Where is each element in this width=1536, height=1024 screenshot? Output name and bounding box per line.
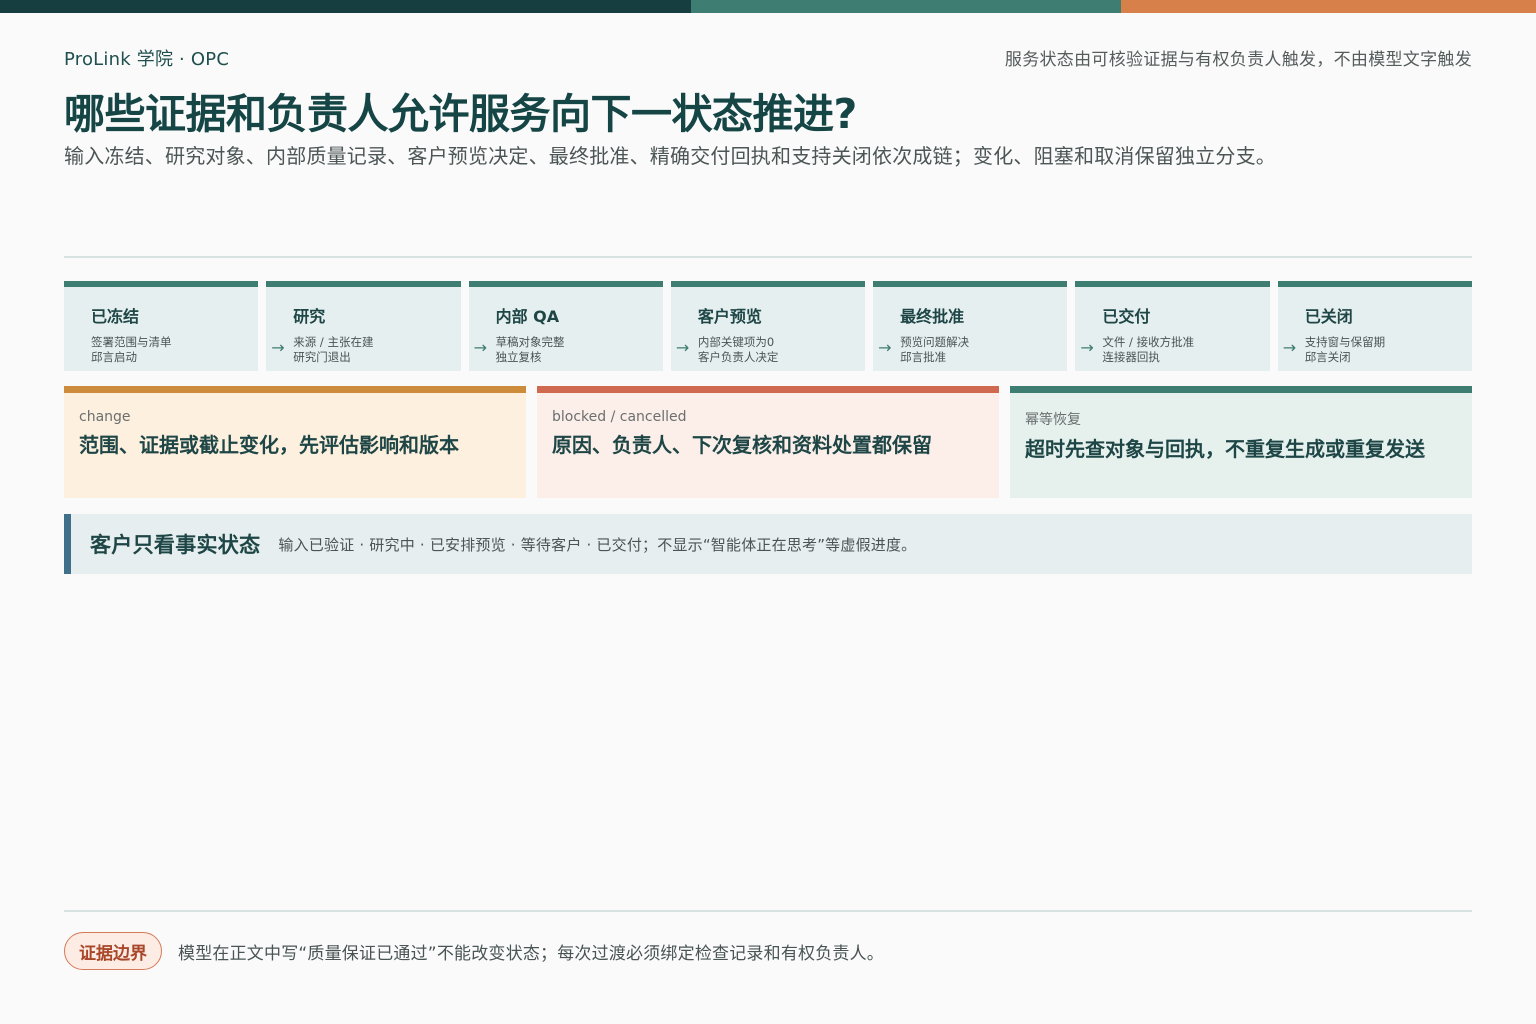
branch-tag: blocked / cancelled xyxy=(552,409,687,425)
stage-desc-line: 独立复核 xyxy=(495,350,542,364)
stage-research: → 研究 来源 / 主张在建 研究门退出 xyxy=(266,281,461,371)
top-divider xyxy=(64,256,1472,258)
branch-text: 原因、负责人、下次复核和资料处置都保留 xyxy=(552,433,932,457)
branch-text: 超时先查对象与回执，不重复生成或重复发送 xyxy=(1025,437,1425,461)
stage-description: 来源 / 主张在建 研究门退出 xyxy=(293,335,460,365)
stage-description: 支持窗与保留期 邱言关闭 xyxy=(1305,335,1472,365)
stage-description: 预览问题解决 邱言批准 xyxy=(900,335,1067,365)
stage-desc-line: 支持窗与保留期 xyxy=(1304,335,1386,349)
stage-desc-line: 客户负责人决定 xyxy=(697,350,779,364)
branch-change-card: change 范围、证据或截止变化，先评估影响和版本 xyxy=(64,386,526,498)
footer-note: 证据边界 模型在正文中写“质量保证已通过”不能改变状态；每次过渡必须绑定检查记录… xyxy=(64,932,884,970)
stage-delivered: → 已交付 文件 / 接收方批准 连接器回执 xyxy=(1075,281,1270,371)
stage-description: 草稿对象完整 独立复核 xyxy=(496,335,663,365)
stage-description: 文件 / 接收方批准 连接器回执 xyxy=(1102,335,1269,365)
stage-desc-line: 邱言关闭 xyxy=(1304,350,1351,364)
stage-name: 已交付 xyxy=(1102,307,1151,326)
arrow-icon: → xyxy=(1080,338,1094,357)
branch-tag: change xyxy=(79,409,131,425)
stage-name: 已关闭 xyxy=(1304,307,1353,326)
stage-desc-line: 连接器回执 xyxy=(1102,350,1160,364)
header-tagline: 服务状态由可核验证据与有权负责人触发，不由模型文字触发 xyxy=(1004,50,1472,70)
bottom-divider xyxy=(64,910,1472,912)
stage-name: 研究 xyxy=(293,307,326,326)
top-bar-orange-segment xyxy=(1121,0,1536,13)
branch-cards: change 范围、证据或截止变化，先评估影响和版本 blocked / can… xyxy=(64,386,1472,498)
page-title: 哪些证据和负责人允许服务向下一状态推进? xyxy=(64,90,857,138)
branch-text: 范围、证据或截止变化，先评估影响和版本 xyxy=(79,433,459,457)
stage-name: 最终批准 xyxy=(900,307,965,326)
stage-name: 客户预览 xyxy=(697,307,762,326)
stage-desc-line: 邱言启动 xyxy=(91,350,137,364)
stage-frozen: 已冻结 签署范围与清单 邱言启动 xyxy=(64,281,259,371)
callout-text: 输入已验证 · 研究中 · 已安排预览 · 等待客户 · 已交付；不显示“智能体… xyxy=(278,535,917,554)
arrow-icon: → xyxy=(473,338,487,357)
stage-description: 内部关键项为0 客户负责人决定 xyxy=(698,335,865,365)
footer-text: 模型在正文中写“质量保证已通过”不能改变状态；每次过渡必须绑定检查记录和有权负责… xyxy=(178,943,885,964)
branch-tag: 幂等恢复 xyxy=(1025,412,1081,428)
client-status-callout: 客户只看事实状态 输入已验证 · 研究中 · 已安排预览 · 等待客户 · 已交… xyxy=(64,514,1472,574)
top-bar-dark-segment xyxy=(0,0,691,13)
stage-desc-line: 预览问题解决 xyxy=(900,335,970,349)
brand-label: ProLink 学院 · OPC xyxy=(64,49,230,70)
arrow-icon: → xyxy=(271,338,285,357)
evidence-boundary-badge: 证据边界 xyxy=(64,932,162,970)
stage-desc-line: 文件 / 接收方批准 xyxy=(1102,335,1195,349)
stage-closed: → 已关闭 支持窗与保留期 邱言关闭 xyxy=(1277,281,1472,371)
branch-blocked-card: blocked / cancelled 原因、负责人、下次复核和资料处置都保留 xyxy=(537,386,999,498)
stage-desc-line: 签署范围与清单 xyxy=(91,335,172,349)
stage-desc-line: 内部关键项为0 xyxy=(697,335,775,349)
stage-internal-qa: → 内部 QA 草稿对象完整 独立复核 xyxy=(468,281,663,371)
stage-client-preview: → 客户预览 内部关键项为0 客户负责人决定 xyxy=(670,281,866,371)
page-subtitle: 输入冻结、研究对象、内部质量记录、客户预览决定、最终批准、精确交付回执和支持关闭… xyxy=(64,144,1276,168)
callout-title: 客户只看事实状态 xyxy=(90,533,261,557)
stage-description: 签署范围与清单 邱言启动 xyxy=(91,335,258,365)
stage-desc-line: 草稿对象完整 xyxy=(495,335,565,349)
arrow-icon: → xyxy=(675,338,690,357)
stage-name: 已冻结 xyxy=(91,307,140,326)
top-bar-teal-segment xyxy=(691,0,1121,13)
arrow-icon: → xyxy=(878,338,892,357)
stage-desc-line: 邱言批准 xyxy=(900,350,947,364)
stage-name: 内部 QA xyxy=(495,307,560,326)
stage-desc-line: 研究门退出 xyxy=(293,350,351,364)
stage-desc-line: 来源 / 主张在建 xyxy=(293,335,374,349)
top-accent-bar xyxy=(0,0,1536,13)
state-chain: 已冻结 签署范围与清单 邱言启动 → 研究 来源 / 主张在建 研究门退出 → … xyxy=(64,281,1472,371)
arrow-icon: → xyxy=(1282,338,1297,357)
stage-final-approval: → 最终批准 预览问题解决 邱言批准 xyxy=(873,281,1068,371)
branch-resume-card: 幂等恢复 超时先查对象与回执，不重复生成或重复发送 xyxy=(1010,386,1472,498)
